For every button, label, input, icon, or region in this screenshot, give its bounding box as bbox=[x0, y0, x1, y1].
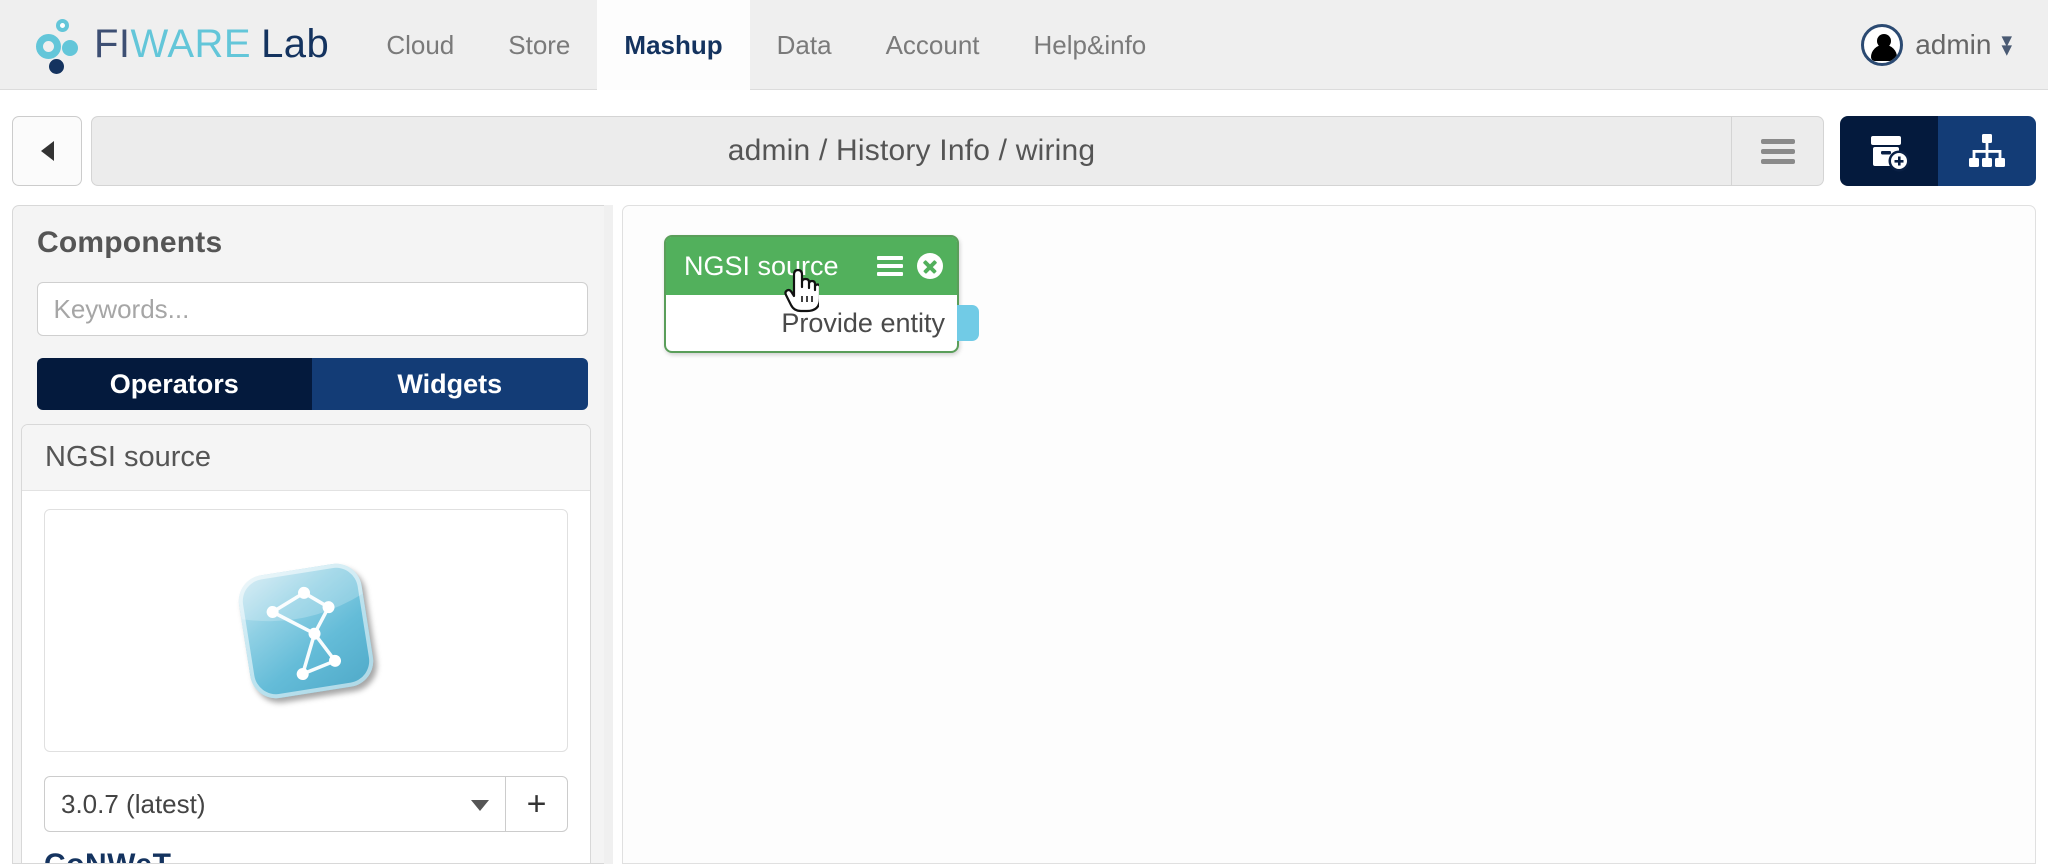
component-type-tabs: Operators Widgets bbox=[36, 358, 588, 410]
nav-item-mashup[interactable]: Mashup bbox=[597, 0, 750, 90]
sidebar-scrollbar[interactable] bbox=[604, 205, 613, 864]
nav-item-store[interactable]: Store bbox=[481, 0, 597, 90]
sitemap-icon bbox=[1969, 134, 2005, 167]
tab-operators[interactable]: Operators bbox=[36, 358, 312, 410]
user-avatar-icon bbox=[1861, 24, 1904, 66]
search-input[interactable] bbox=[36, 282, 588, 336]
fiware-lab-logo[interactable]: FI WARE Lab bbox=[36, 0, 329, 90]
chevron-down-icon bbox=[471, 800, 489, 811]
version-select[interactable]: 3.0.7 (latest) bbox=[44, 776, 506, 832]
brand-lab: Lab bbox=[261, 22, 330, 66]
wiring-canvas[interactable]: NGSI source Provide entity bbox=[622, 205, 2036, 864]
hamburger-icon bbox=[1760, 134, 1795, 169]
brand-fi: FI bbox=[94, 22, 131, 66]
nav-item-cloud[interactable]: Cloud bbox=[359, 0, 481, 90]
component-name: NGSI source bbox=[22, 425, 590, 491]
top-navbar: FI WARE Lab Cloud Store Mashup Data Accoun… bbox=[0, 0, 2048, 90]
nav-item-data[interactable]: Data bbox=[750, 0, 859, 90]
output-connector[interactable] bbox=[957, 305, 979, 341]
fiware-dots-icon bbox=[36, 18, 82, 74]
brand-ware: WARE bbox=[130, 22, 252, 66]
view-switch-group bbox=[1840, 116, 2036, 186]
version-row: 3.0.7 (latest) + bbox=[44, 776, 568, 832]
user-name-label: admin bbox=[1915, 29, 1992, 60]
ngsi-network-icon bbox=[235, 559, 377, 702]
workspace-menu-button[interactable] bbox=[1732, 116, 1824, 186]
component-card-ngsi-source[interactable]: NGSI source 3.0.7 (latest) + bbox=[21, 424, 591, 863]
add-to-wiring-button[interactable]: + bbox=[506, 776, 568, 832]
back-button[interactable] bbox=[12, 116, 82, 186]
component-publisher-link[interactable]: CoNWeT bbox=[44, 848, 590, 863]
hamburger-icon[interactable] bbox=[877, 252, 903, 280]
primary-nav: Cloud Store Mashup Data Account Help&inf… bbox=[359, 0, 1173, 90]
breadcrumb[interactable]: admin / History Info / wiring bbox=[91, 116, 1732, 186]
wiring-node-body: Provide entity bbox=[666, 295, 979, 351]
close-circle-icon[interactable] bbox=[917, 253, 943, 279]
add-component-button[interactable] bbox=[1840, 116, 1938, 186]
wiring-node-ngsi-source[interactable]: NGSI source Provide entity bbox=[664, 235, 979, 353]
version-value: 3.0.7 (latest) bbox=[61, 788, 206, 819]
component-thumbnail bbox=[44, 509, 568, 752]
wiring-node-header[interactable]: NGSI source bbox=[666, 237, 957, 295]
tab-widgets[interactable]: Widgets bbox=[312, 358, 588, 410]
brand-wordmark: FI WARE Lab bbox=[94, 22, 329, 67]
component-list[interactable]: NGSI source 3.0.7 (latest) + bbox=[21, 424, 605, 863]
sidebar-title: Components bbox=[37, 226, 223, 259]
output-endpoint-label[interactable]: Provide entity bbox=[781, 308, 945, 339]
box-plus-icon bbox=[1871, 136, 1910, 172]
chevron-double-down-icon: ▾ ▾ bbox=[2001, 29, 2012, 61]
wiring-node-title: NGSI source bbox=[684, 250, 839, 281]
triangle-left-icon bbox=[40, 141, 54, 161]
user-menu[interactable]: admin ▾ ▾ bbox=[1861, 0, 2012, 90]
wiring-view-button[interactable] bbox=[1938, 116, 2036, 186]
components-sidebar: Components Operators Widgets NGSI source bbox=[12, 205, 612, 864]
workspace-toolbar: admin / History Info / wiring bbox=[12, 115, 2036, 187]
nav-item-helpinfo[interactable]: Help&info bbox=[1007, 0, 1174, 90]
breadcrumb-text: admin / History Info / wiring bbox=[727, 134, 1096, 167]
nav-item-account[interactable]: Account bbox=[859, 0, 1007, 90]
